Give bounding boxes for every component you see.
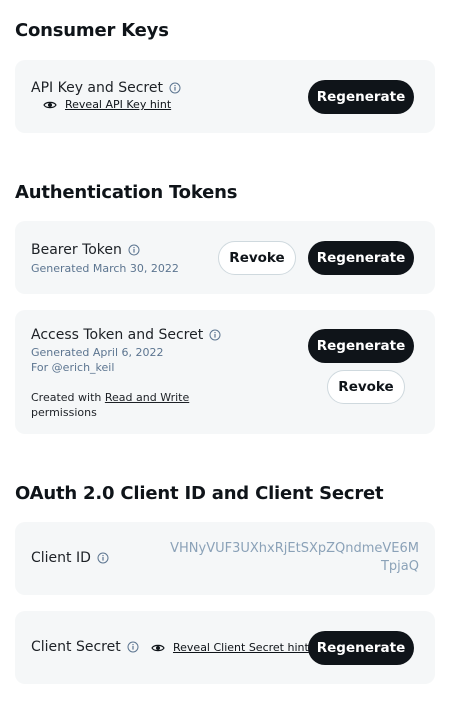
client-id-label-row: Client ID <box>31 550 109 566</box>
authentication-tokens-heading: Authentication Tokens <box>15 182 238 203</box>
regenerate-api-key-button[interactable]: Regenerate <box>308 80 414 114</box>
access-for-user: For @erich_keil <box>31 361 115 374</box>
access-token-label-row: Access Token and Secret <box>31 327 221 343</box>
eye-icon <box>151 643 165 653</box>
client-secret-label-row: Client Secret <box>31 639 139 655</box>
regenerate-client-secret-button[interactable]: Regenerate <box>308 631 414 665</box>
info-icon[interactable] <box>169 82 181 94</box>
bearer-token-card: Bearer Token Generated March 30, 2022 Re… <box>15 221 435 294</box>
api-key-hint-row: Reveal API Key hint <box>43 98 171 111</box>
bearer-token-label-row: Bearer Token <box>31 242 140 258</box>
oauth-heading: OAuth 2.0 Client ID and Client Secret <box>15 483 384 504</box>
api-key-label: API Key and Secret <box>31 80 163 96</box>
client-id-card: Client ID VHNyVUF3UXhxRjEtSXpZQndmeVE6MT… <box>15 522 435 595</box>
info-icon[interactable] <box>97 552 109 564</box>
created-with-prefix: Created with <box>31 391 102 404</box>
api-key-label-row: API Key and Secret <box>31 80 181 96</box>
client-id-value[interactable]: VHNyVUF3UXhxRjEtSXpZQndmeVE6MTpjaQ <box>169 540 419 576</box>
revoke-bearer-token-button[interactable]: Revoke <box>218 241 296 275</box>
access-token-label: Access Token and Secret <box>31 327 204 343</box>
consumer-keys-heading: Consumer Keys <box>15 20 169 41</box>
client-secret-hint-row: Reveal Client Secret hint <box>151 641 309 654</box>
revoke-access-token-button[interactable]: Revoke <box>327 370 405 404</box>
permissions-suffix: permissions <box>31 406 97 419</box>
client-id-label: Client ID <box>31 550 91 566</box>
client-secret-card: Client Secret Reveal Client Secret hint … <box>15 611 435 684</box>
bearer-generated-date: Generated March 30, 2022 <box>31 262 179 275</box>
developer-keys-page: Consumer Keys API Key and Secret Reveal … <box>0 0 474 719</box>
reveal-api-key-hint-link[interactable]: Reveal API Key hint <box>65 98 171 111</box>
client-secret-label: Client Secret <box>31 639 121 655</box>
access-generated-date: Generated April 6, 2022 <box>31 346 164 359</box>
regenerate-bearer-token-button[interactable]: Regenerate <box>308 241 414 275</box>
access-token-card: Access Token and Secret Generated April … <box>15 310 435 434</box>
access-permissions-text: Created with Read and Write permissions <box>31 390 211 420</box>
info-icon[interactable] <box>127 641 139 653</box>
eye-icon <box>43 100 57 110</box>
reveal-client-secret-hint-link[interactable]: Reveal Client Secret hint <box>173 641 309 654</box>
regenerate-access-token-button[interactable]: Regenerate <box>308 329 414 363</box>
info-icon[interactable] <box>128 244 140 256</box>
api-key-card: API Key and Secret Reveal API Key hint R… <box>15 60 435 133</box>
read-and-write-link[interactable]: Read and Write <box>105 391 189 404</box>
bearer-token-label: Bearer Token <box>31 242 122 258</box>
info-icon[interactable] <box>209 329 221 341</box>
